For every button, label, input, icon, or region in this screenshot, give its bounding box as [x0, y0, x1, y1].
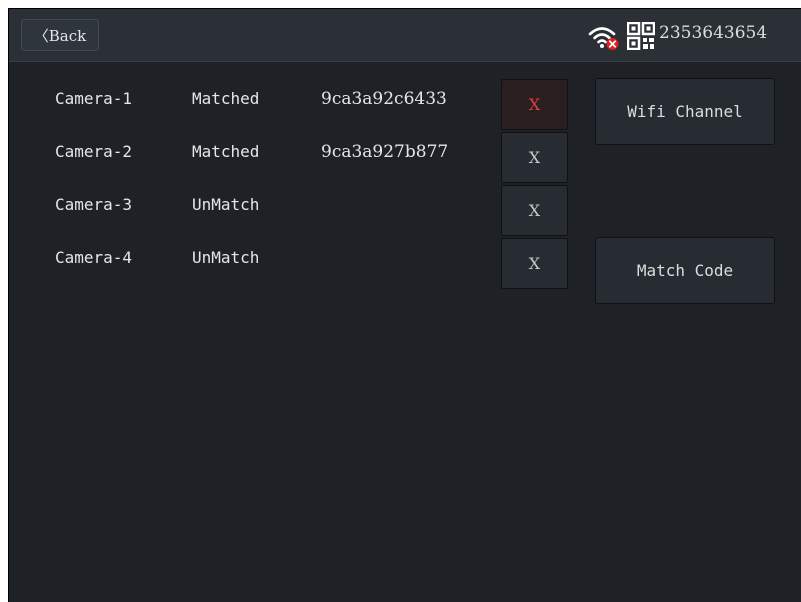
wifi-disconnected-icon	[588, 27, 619, 50]
camera-pairing-screen: 〈Back 2353643654 Camera-1 Matched 9ca3a9…	[8, 8, 801, 602]
camera-row-1: Camera-1 Matched 9ca3a92c6433	[9, 79, 509, 119]
camera-row-2: Camera-2 Matched 9ca3a927b877	[9, 132, 509, 172]
camera-mac: 9ca3a92c6433	[321, 89, 447, 109]
match-code-button[interactable]: Match Code	[595, 237, 775, 304]
remove-camera-2-button[interactable]: X	[501, 132, 568, 183]
camera-status: UnMatch	[192, 248, 260, 267]
camera-row-3: Camera-3 UnMatch	[9, 185, 509, 225]
camera-status: Matched	[192, 89, 260, 108]
camera-name: Camera-3	[55, 195, 133, 214]
camera-name: Camera-4	[55, 248, 133, 267]
top-bar: 〈Back 2353643654	[9, 9, 801, 62]
qr-code-icon	[627, 22, 655, 50]
camera-row-4: Camera-4 UnMatch	[9, 238, 509, 278]
device-id: 2353643654	[659, 23, 768, 43]
wifi-channel-button[interactable]: Wifi Channel	[595, 78, 775, 145]
remove-camera-4-button[interactable]: X	[501, 238, 568, 289]
camera-mac: 9ca3a927b877	[321, 142, 449, 162]
camera-status: UnMatch	[192, 195, 260, 214]
back-button[interactable]: 〈Back	[21, 19, 99, 51]
camera-name: Camera-1	[55, 89, 133, 108]
remove-camera-1-button[interactable]: X	[501, 79, 568, 130]
camera-status: Matched	[192, 142, 260, 161]
camera-name: Camera-2	[55, 142, 133, 161]
remove-camera-3-button[interactable]: X	[501, 185, 568, 236]
